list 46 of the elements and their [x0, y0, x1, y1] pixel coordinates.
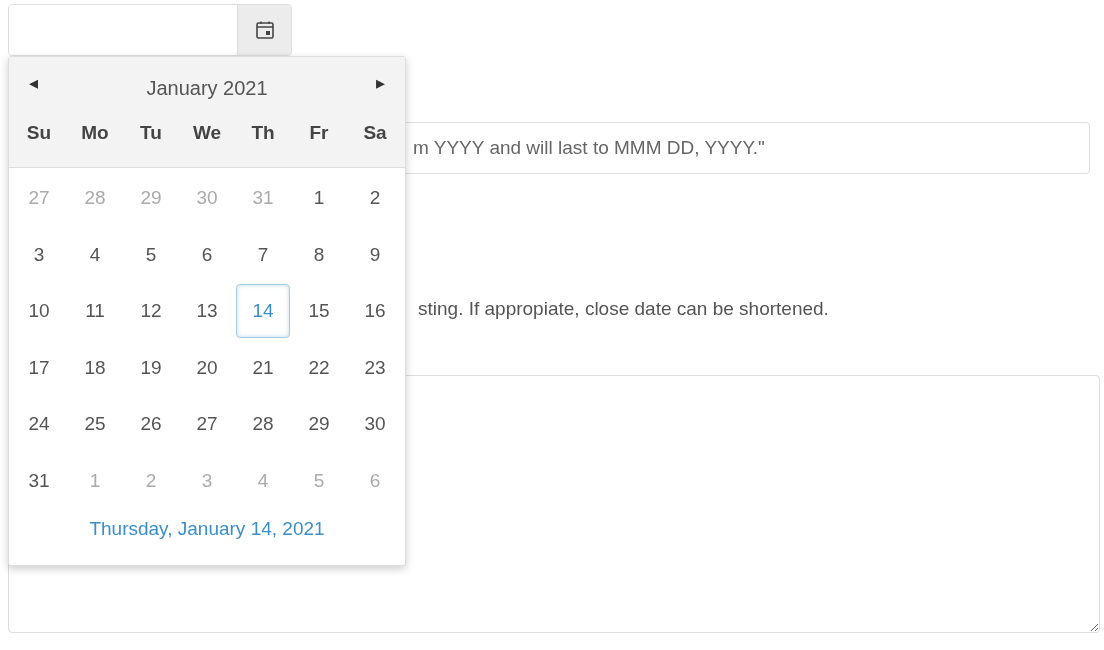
calendar-day[interactable]: 9: [348, 227, 402, 282]
calendar-day[interactable]: 18: [68, 340, 122, 395]
calendar-day[interactable]: 26: [124, 397, 178, 452]
calendar-day[interactable]: 10: [12, 284, 66, 339]
calendar-day[interactable]: 16: [348, 284, 402, 339]
calendar-day[interactable]: 20: [180, 340, 234, 395]
month-title[interactable]: January 2021: [146, 73, 268, 103]
calendar-day[interactable]: 6: [180, 227, 234, 282]
calendar-day[interactable]: 17: [12, 340, 66, 395]
calendar-day[interactable]: 28: [236, 397, 290, 452]
weekday-label: Sa: [362, 121, 388, 145]
calendar-day[interactable]: 1: [292, 171, 346, 226]
calendar-day[interactable]: 29: [292, 397, 346, 452]
calendar-day[interactable]: 21: [236, 340, 290, 395]
calendar-button[interactable]: [237, 5, 291, 55]
calendar-day[interactable]: 2: [348, 171, 402, 226]
weekday-label: Th: [250, 121, 276, 145]
previous-month-button[interactable]: ◂: [23, 74, 44, 92]
calendar-day[interactable]: 5: [124, 227, 178, 282]
calendar-icon: [254, 20, 275, 40]
calendar-day[interactable]: 7: [236, 227, 290, 282]
calendar-day[interactable]: 3: [12, 227, 66, 282]
help-text: sting. If appropiate, close date can be shortened.: [418, 297, 830, 321]
calendar-day[interactable]: 19: [124, 340, 178, 395]
calendar-day[interactable]: 22: [292, 340, 346, 395]
weekday-label: Tu: [139, 121, 163, 145]
calendar-day[interactable]: 8: [292, 227, 346, 282]
weekday-label: Su: [25, 121, 53, 145]
calendar-day[interactable]: 12: [124, 284, 178, 339]
weekday-label: Fr: [308, 121, 330, 145]
calendar-day[interactable]: 31: [12, 453, 66, 508]
calendar-day[interactable]: 30: [348, 397, 402, 452]
calendar-day[interactable]: 24: [12, 397, 66, 452]
calendar-day[interactable]: 14: [236, 284, 290, 339]
calendar-day[interactable]: 25: [68, 397, 122, 452]
weekday-label: Mo: [80, 121, 110, 145]
date-field[interactable]: [8, 4, 292, 56]
calendar-day[interactable]: 23: [348, 340, 402, 395]
calendar-day[interactable]: 13: [180, 284, 234, 339]
calendar-day[interactable]: 11: [68, 284, 122, 339]
calendar-day[interactable]: 15: [292, 284, 346, 339]
next-month-button[interactable]: ▸: [370, 74, 391, 92]
calendar-day[interactable]: 27: [180, 397, 234, 452]
calendar-day[interactable]: 4: [68, 227, 122, 282]
weekday-label: We: [191, 121, 223, 145]
today-link[interactable]: Thursday, January 14, 2021: [89, 518, 325, 539]
